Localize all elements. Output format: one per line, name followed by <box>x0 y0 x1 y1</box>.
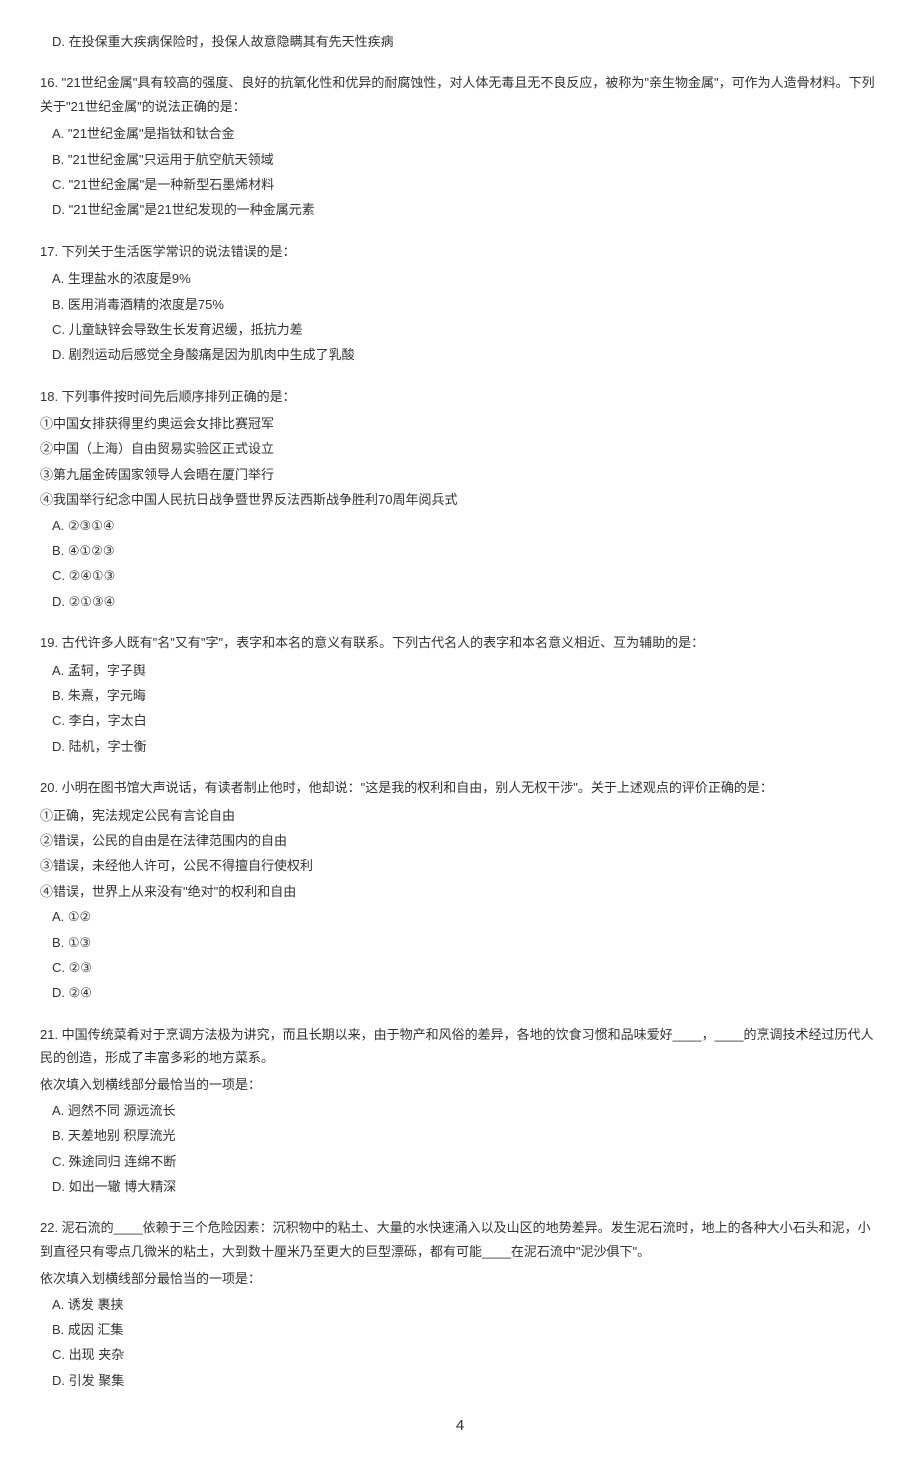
option: A. ①② <box>52 905 880 928</box>
option: B. 朱熹，字元晦 <box>52 684 880 707</box>
question-19: 19. 古代许多人既有"名"又有"字"，表字和本名的意义有联系。下列古代名人的表… <box>40 631 880 758</box>
option: D. ②①③④ <box>52 590 880 613</box>
options-block: A. 诱发 裹挟B. 成因 汇集C. 出现 夹杂 D. 引发 聚集 <box>40 1293 880 1393</box>
question-stem: 22. 泥石流的____依赖于三个危险因素：沉积物中的粘土、大量的水快速涌入以及… <box>40 1216 880 1263</box>
option: B. 天差地别 积厚流光 <box>52 1124 880 1147</box>
question-22: 22. 泥石流的____依赖于三个危险因素：沉积物中的粘土、大量的水快速涌入以及… <box>40 1216 880 1392</box>
question-subline: ①中国女排获得里约奥运会女排比赛冠军 <box>40 412 880 435</box>
option: B. "21世纪金属"只运用于航空航天领域 <box>52 148 880 171</box>
option: C. 儿童缺锌会导致生长发育迟缓，抵抗力差 <box>52 318 880 341</box>
option: B. ④①②③ <box>52 539 880 562</box>
question-18: 18. 下列事件按时间先后顺序排列正确的是： ①中国女排获得里约奥运会女排比赛冠军… <box>40 385 880 614</box>
options-block: A. 迥然不同 源远流长B. 天差地别 积厚流光 C. 殊途同归 连绵不断D. 如… <box>40 1099 880 1199</box>
question-stem: 20. 小明在图书馆大声说话，有读者制止他时，他却说："这是我的权利和自由，别人… <box>40 776 880 799</box>
option: D. 引发 聚集 <box>52 1369 880 1392</box>
option: D. 如出一辙 博大精深 <box>52 1175 880 1198</box>
option: A. "21世纪金属"是指钛和钛合金 <box>52 122 880 145</box>
question-stem: 18. 下列事件按时间先后顺序排列正确的是： <box>40 385 880 408</box>
question-subline: ④错误，世界上从来没有"绝对"的权利和自由 <box>40 880 880 903</box>
option: C. 李白，字太白 <box>52 709 880 732</box>
option: A. 诱发 裹挟 <box>52 1293 880 1316</box>
option: C. ②③ <box>52 956 880 979</box>
question-subline: ③第九届金砖国家领导人会晤在厦门举行 <box>40 463 880 486</box>
question-subline: ②错误，公民的自由是在法律范围内的自由 <box>40 829 880 852</box>
question-subline: 依次填入划横线部分最恰当的一项是： <box>40 1267 880 1290</box>
question-17: 17. 下列关于生活医学常识的说法错误的是： A. 生理盐水的浓度是9% B. 医用… <box>40 240 880 367</box>
options-block: A. 生理盐水的浓度是9% B. 医用消毒酒精的浓度是75%C. 儿童缺锌会导致生… <box>40 267 880 367</box>
option: A. 生理盐水的浓度是9% <box>52 267 880 290</box>
question-stem: 19. 古代许多人既有"名"又有"字"，表字和本名的意义有联系。下列古代名人的表… <box>40 631 880 654</box>
option: A. 迥然不同 源远流长 <box>52 1099 880 1122</box>
question-20: 20. 小明在图书馆大声说话，有读者制止他时，他却说："这是我的权利和自由，别人… <box>40 776 880 1005</box>
options-block: A. ①② B. ①③C. ②③D. ②④ <box>40 905 880 1005</box>
options-block: A. ②③①④B. ④①②③C. ②④①③ D. ②①③④ <box>40 514 880 614</box>
option: B. 医用消毒酒精的浓度是75% <box>52 293 880 316</box>
option: D. "21世纪金属"是21世纪发现的一种金属元素 <box>52 198 880 221</box>
option: B. ①③ <box>52 931 880 954</box>
question-subline: ③错误，未经他人许可，公民不得擅自行使权利 <box>40 854 880 877</box>
question-subline: ④我国举行纪念中国人民抗日战争暨世界反法西斯战争胜利70周年阅兵式 <box>40 488 880 511</box>
question-16: 16. "21世纪金属"具有较高的强度、良好的抗氧化性和优异的耐腐蚀性，对人体无… <box>40 71 880 221</box>
option: B. 成因 汇集 <box>52 1318 880 1341</box>
option: D. 剧烈运动后感觉全身酸痛是因为肌肉中生成了乳酸 <box>52 343 880 366</box>
option: A. ②③①④ <box>52 514 880 537</box>
option: A. 孟轲，字子舆 <box>52 659 880 682</box>
question-21: 21. 中国传统菜肴对于烹调方法极为讲究，而且长期以来，由于物产和风俗的差异，各… <box>40 1023 880 1199</box>
option: D. ②④ <box>52 981 880 1004</box>
option: C. ②④①③ <box>52 564 880 587</box>
option: C. 出现 夹杂 <box>52 1343 880 1366</box>
question-subline: ①正确，宪法规定公民有言论自由 <box>40 804 880 827</box>
option: C. "21世纪金属"是一种新型石墨烯材料 <box>52 173 880 196</box>
question-subline: ②中国（上海）自由贸易实验区正式设立 <box>40 437 880 460</box>
options-block: A. "21世纪金属"是指钛和钛合金 B. "21世纪金属"只运用于航空航天领域C… <box>40 122 880 222</box>
option-text: D. 在投保重大疾病保险时，投保人故意隐瞒其有先天性疾病 <box>52 34 394 49</box>
question-subline: 依次填入划横线部分最恰当的一项是： <box>40 1073 880 1096</box>
page-number: 4 <box>40 1412 880 1439</box>
options-block: A. 孟轲，字子舆B. 朱熹，字元晦C. 李白，字太白 D. 陆机，字士衡 <box>40 659 880 759</box>
question-stem: 16. "21世纪金属"具有较高的强度、良好的抗氧化性和优异的耐腐蚀性，对人体无… <box>40 71 880 118</box>
option: D. 陆机，字士衡 <box>52 735 880 758</box>
prev-question-option-d: D. 在投保重大疾病保险时，投保人故意隐瞒其有先天性疾病 <box>40 30 880 53</box>
question-stem: 17. 下列关于生活医学常识的说法错误的是： <box>40 240 880 263</box>
option: C. 殊途同归 连绵不断 <box>52 1150 880 1173</box>
question-stem: 21. 中国传统菜肴对于烹调方法极为讲究，而且长期以来，由于物产和风俗的差异，各… <box>40 1023 880 1070</box>
